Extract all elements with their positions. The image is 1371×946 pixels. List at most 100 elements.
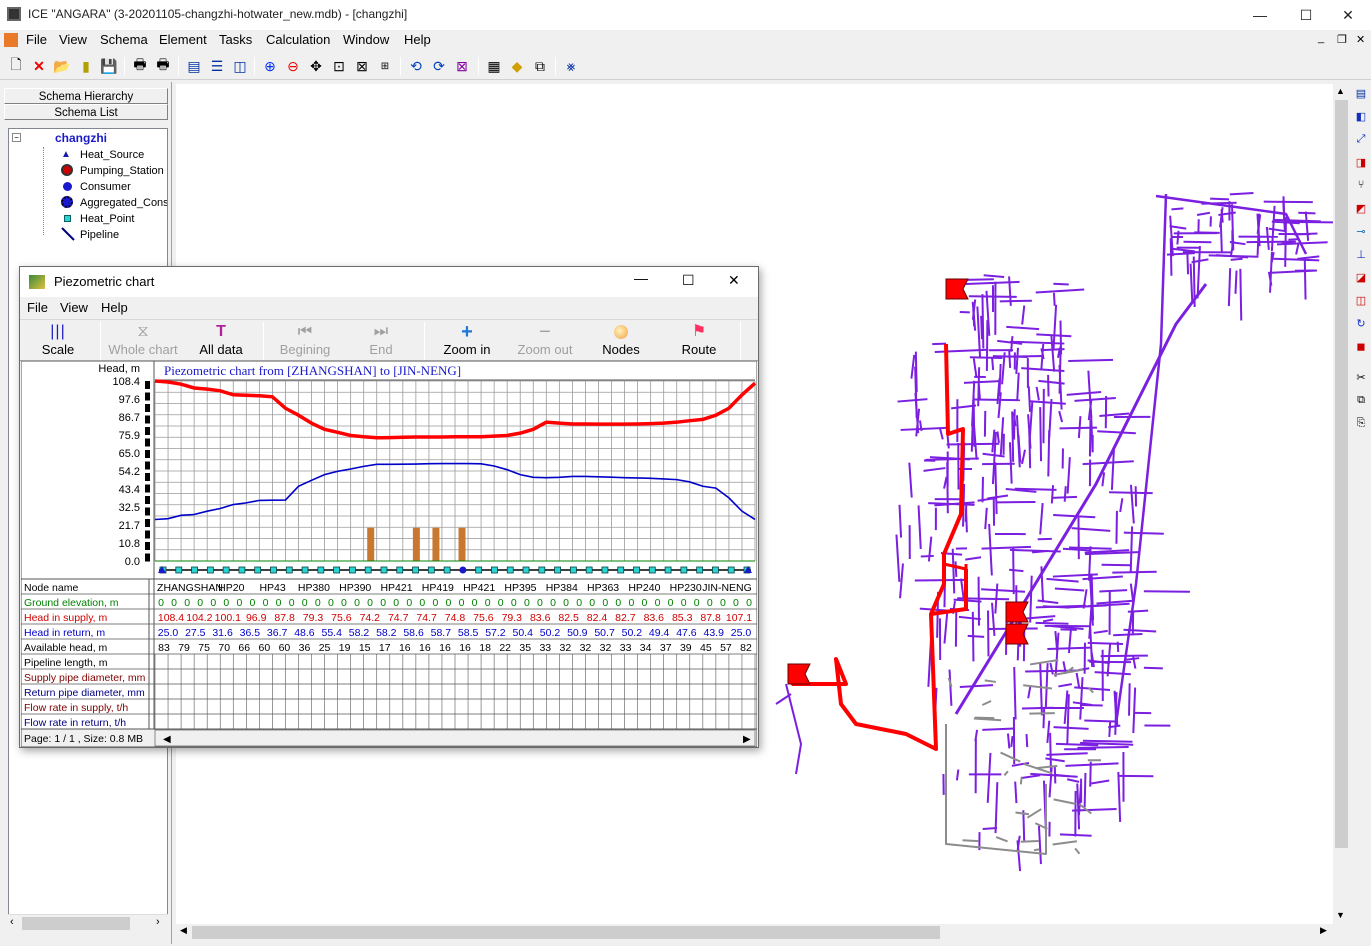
cut-icon[interactable]: ✂ — [1352, 368, 1370, 386]
whole-chart-button[interactable]: ⧖ Whole chart — [104, 322, 182, 360]
select-icon[interactable]: ◫ — [1352, 291, 1370, 309]
scroll-thumb[interactable] — [1335, 100, 1348, 848]
node-heat-point — [680, 566, 688, 574]
piezo-close-button[interactable]: ✕ — [728, 272, 740, 289]
graph-icon[interactable]: ⨳ — [561, 56, 581, 76]
scroll-left-icon[interactable]: ‹ — [10, 916, 14, 928]
tile-vertical-icon[interactable]: ◫ — [230, 56, 250, 76]
mdi-minimize-button[interactable]: _ — [1318, 32, 1324, 44]
piezometric-window[interactable]: Piezometric chart — ☐ ✕ File View Help |… — [19, 266, 759, 748]
menu-help[interactable]: Help — [404, 32, 431, 47]
save-icon[interactable]: 💾 — [99, 56, 119, 76]
query-next-icon[interactable]: ⟳ — [429, 56, 449, 76]
add-pipe-icon[interactable]: ⤢ — [1352, 130, 1370, 148]
tree-item-heat-source[interactable]: Heat_Source — [80, 149, 144, 161]
scroll-left-icon[interactable]: ◀ — [180, 925, 187, 936]
tree-item-pumping-station[interactable]: Pumping_Station — [80, 165, 164, 177]
remove-icon[interactable]: ◼ — [1352, 337, 1370, 355]
copy-icon[interactable]: ⧉ — [1352, 391, 1370, 409]
piezo-chart-area[interactable]: Piezometric chart from [ZHANGSHAN] to [J… — [20, 360, 758, 748]
tree-item-pipeline[interactable]: Pipeline — [80, 229, 119, 241]
nodes-button[interactable]: Nodes — [596, 322, 646, 360]
tab-schema-list[interactable]: Schema List — [4, 104, 168, 120]
menu-schema[interactable]: Schema — [100, 32, 148, 47]
zoom-in-icon[interactable]: ⊕ — [260, 56, 280, 76]
tab-schema-hierarchy[interactable]: Schema Hierarchy — [4, 88, 168, 104]
close-button[interactable]: ✕ — [1325, 0, 1371, 30]
delete-icon[interactable]: ✕ — [29, 56, 49, 76]
zoom-out-icon[interactable]: ⊖ — [283, 56, 303, 76]
doc-icon — [4, 33, 18, 47]
scroll-right-icon[interactable]: ▶ — [1320, 925, 1327, 936]
route-button[interactable]: ⚑ Route — [674, 322, 724, 360]
tree-item-aggregated-cons[interactable]: Aggregated_Cons — [80, 197, 167, 209]
connect-icon[interactable]: ⊸ — [1352, 222, 1370, 240]
pipe-branch — [981, 545, 1031, 550]
fit-icon[interactable]: ⊡ — [329, 56, 349, 76]
minimize-button[interactable]: — — [1237, 0, 1283, 30]
color-icon[interactable]: ◆ — [507, 56, 527, 76]
cell-value: 82.4 — [587, 612, 608, 624]
cell-value: 0 — [406, 597, 412, 609]
canvas-horizontal-scrollbar[interactable]: ◀ ▶ — [176, 924, 1333, 941]
node-red-icon[interactable]: ◩ — [1352, 199, 1370, 217]
cell-value: 75.6 — [331, 612, 352, 624]
new-icon[interactable]: 🗋 — [6, 56, 26, 76]
end-button[interactable]: ⏭ End — [356, 322, 406, 360]
tree-item-consumer[interactable]: Consumer — [80, 181, 131, 193]
menu-view[interactable]: View — [59, 32, 87, 47]
zoom-out-button[interactable]: − Zoom out — [510, 322, 580, 360]
menu-window[interactable]: Window — [343, 32, 389, 47]
scroll-up-icon[interactable]: ▲ — [1336, 86, 1345, 96]
zoom-in-button[interactable]: + Zoom in — [434, 322, 500, 360]
zoom-window-icon[interactable]: ⊠ — [352, 56, 372, 76]
query-icon[interactable]: ⟲ — [406, 56, 426, 76]
rotate-icon[interactable]: ↻ — [1352, 314, 1370, 332]
menu-tasks[interactable]: Tasks — [219, 32, 252, 47]
split-icon[interactable]: ⊥ — [1352, 245, 1370, 263]
clear-query-icon[interactable]: ⊠ — [452, 56, 472, 76]
add-node-icon[interactable]: ◧ — [1352, 107, 1370, 125]
canvas-vertical-scrollbar[interactable]: ▲ ▼ — [1333, 84, 1350, 924]
collapse-icon[interactable]: − — [12, 133, 21, 142]
maximize-button[interactable]: ☐ — [1283, 0, 1329, 30]
print-icon[interactable]: 🖶 — [130, 56, 150, 76]
all-data-button[interactable]: T All data — [190, 322, 252, 360]
pipe-branch — [1053, 514, 1096, 519]
scale-button[interactable]: ||| Scale — [28, 322, 88, 360]
pan-icon[interactable]: ✥ — [306, 56, 326, 76]
begining-button[interactable]: ⏮ Begining — [270, 322, 340, 360]
menu-file[interactable]: File — [26, 32, 47, 47]
branch-icon[interactable]: ⑂ — [1352, 176, 1370, 194]
tree-root[interactable]: changzhi — [55, 131, 107, 145]
piezo-minimize-button[interactable]: — — [634, 270, 648, 286]
tree-horizontal-scrollbar[interactable]: ‹ › — [8, 914, 168, 932]
cascade-icon[interactable]: ▤ — [184, 56, 204, 76]
paste-icon[interactable]: ⎘ — [1352, 414, 1370, 432]
move-icon[interactable]: ◪ — [1352, 268, 1370, 286]
add-element-icon[interactable]: ◨ — [1352, 153, 1370, 171]
scroll-down-icon[interactable]: ▼ — [1336, 910, 1345, 920]
cell-value: 39 — [680, 642, 692, 654]
layers-icon[interactable]: ▦ — [484, 56, 504, 76]
piezo-menu-file[interactable]: File — [27, 300, 48, 315]
piezo-menu-help[interactable]: Help — [101, 300, 128, 315]
menu-calculation[interactable]: Calculation — [266, 32, 330, 47]
piezo-menu-view[interactable]: View — [60, 300, 88, 315]
scroll-thumb[interactable] — [192, 926, 940, 939]
scale-segment — [145, 553, 150, 562]
open-icon[interactable]: 📂 — [52, 56, 72, 76]
tile-horizontal-icon[interactable]: ☰ — [207, 56, 227, 76]
mdi-close-button[interactable]: ✕ — [1356, 33, 1365, 46]
menu-element[interactable]: Element — [159, 32, 207, 47]
copy-window-icon[interactable]: ⧉ — [530, 56, 550, 76]
clipboard-icon[interactable]: ▮ — [76, 56, 96, 76]
scroll-right-icon[interactable]: › — [156, 916, 160, 928]
scroll-thumb[interactable] — [22, 917, 130, 930]
mdi-restore-button[interactable]: ❐ — [1337, 33, 1347, 46]
tree-item-heat-point[interactable]: Heat_Point — [80, 213, 134, 225]
piezo-maximize-button[interactable]: ☐ — [682, 272, 695, 289]
list-icon[interactable]: ▤ — [1352, 84, 1370, 102]
print-preview-icon[interactable]: 🖶 — [153, 56, 173, 76]
actual-size-icon[interactable]: ⊞ — [375, 56, 395, 76]
